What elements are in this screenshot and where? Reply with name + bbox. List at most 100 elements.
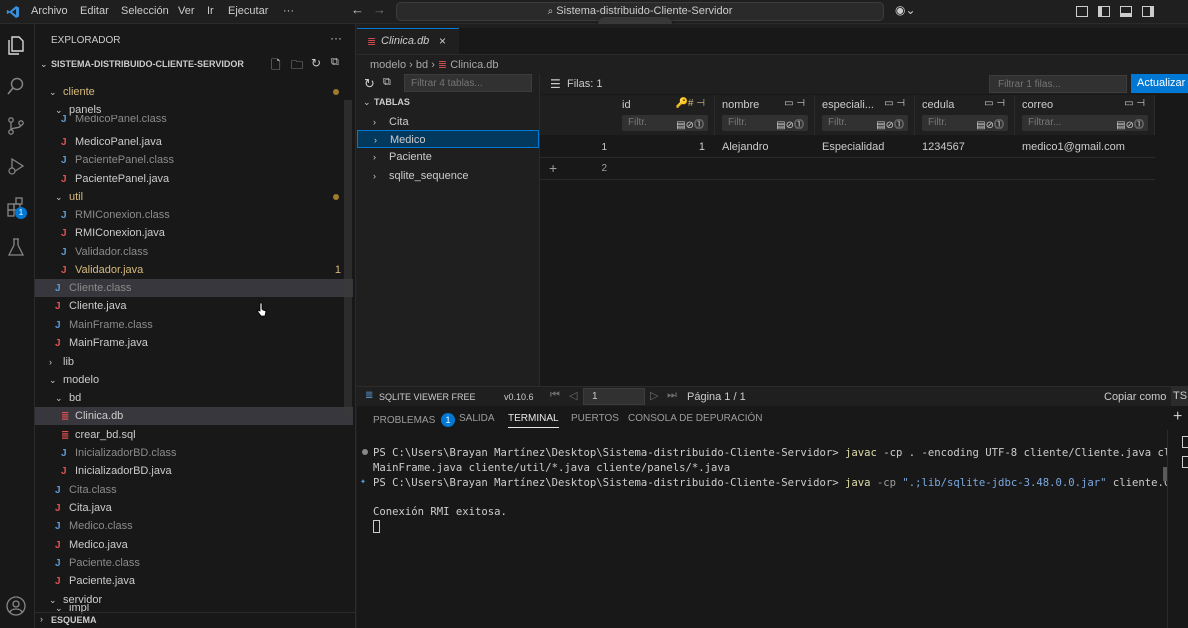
tree-item[interactable]: J PacientePanel.java	[35, 170, 353, 188]
column-header[interactable]: correo ▭ ⊣ Filtrar... ▤⊘⓵	[1015, 95, 1155, 135]
close-tab-icon[interactable]: ×	[439, 29, 446, 53]
table-cell[interactable]: Especialidad	[822, 137, 917, 158]
collapse-icon[interactable]: ⧉	[383, 76, 391, 89]
tab-clinica-db[interactable]: ≣ Clinica.db ×	[357, 28, 459, 54]
toggle-panel-icon[interactable]	[1120, 6, 1132, 17]
tree-item[interactable]: J Medico.class	[35, 517, 353, 535]
column-type-icon[interactable]: 🔑# ⊣	[675, 98, 705, 109]
last-page-icon[interactable]: ⏭	[667, 389, 677, 402]
tree-item[interactable]: J RMIConexion.java	[35, 224, 353, 242]
tree-item[interactable]: ⌄ bd	[35, 389, 353, 407]
table-cell[interactable]: medico1@gmail.com	[1022, 137, 1157, 158]
menu-more[interactable]: ···	[283, 5, 294, 17]
filter-options-icon[interactable]: ▤⊘⓵	[976, 116, 1004, 131]
outline-section[interactable]: › ESQUEMA	[35, 612, 356, 628]
breadcrumb-modelo[interactable]: modelo	[370, 59, 406, 71]
tree-item[interactable]: J Paciente.class	[35, 554, 353, 572]
tree-item[interactable]: J MedicoPanel.java	[35, 133, 353, 151]
search-icon[interactable]	[5, 75, 27, 97]
filter-options-icon[interactable]: ▤⊘⓵	[1116, 116, 1144, 131]
tree-item[interactable]: ⌄ cliente	[35, 83, 353, 101]
terminal-instance-icon[interactable]	[1182, 456, 1188, 468]
run-debug-icon[interactable]	[5, 155, 27, 177]
menu-ver[interactable]: Ver	[178, 5, 195, 17]
copilot-icon[interactable]: ◉⌄	[895, 3, 916, 17]
breadcrumb-clinica[interactable]: Clinica.db	[450, 59, 498, 71]
extensions-icon[interactable]: 1	[5, 196, 27, 219]
menu-ir[interactable]: Ir	[207, 5, 214, 17]
tree-item[interactable]: J MainFrame.class	[35, 316, 353, 334]
prev-page-icon[interactable]: ◁	[569, 389, 577, 402]
workspace-root[interactable]: SISTEMA-DISTRIBUIDO-CLIENTE-SERVIDOR	[51, 59, 244, 69]
column-header[interactable]: especiali... ▭ ⊣ Filtr. ▤⊘⓵	[815, 95, 915, 135]
tab-puertos[interactable]: PUERTOS	[571, 413, 619, 424]
tree-item[interactable]: J PacientePanel.class	[35, 151, 353, 169]
add-row-icon[interactable]: +	[549, 160, 557, 176]
table-row[interactable]: 1 1 Alejandro Especialidad 1234567 medico1@gm…	[540, 137, 1155, 158]
filter-options-icon[interactable]: ▤⊘⓵	[676, 116, 704, 131]
tree-item[interactable]: J Cliente.class	[35, 279, 353, 297]
tree-item[interactable]: J Paciente.java	[35, 572, 353, 590]
page-input[interactable]	[583, 388, 645, 405]
back-arrow-icon[interactable]: ←	[351, 2, 364, 17]
more-actions-icon[interactable]: ···	[330, 31, 342, 45]
tree-item[interactable]: › lib	[35, 353, 353, 371]
copy-as-button[interactable]: Copiar como	[1104, 391, 1166, 403]
collapse-all-icon[interactable]: ⧉	[331, 56, 339, 69]
new-row[interactable]: + 2	[540, 159, 1155, 180]
breadcrumb-bd[interactable]: bd	[416, 59, 428, 71]
table-cell[interactable]: 1234567	[922, 137, 1017, 158]
account-icon[interactable]	[5, 595, 27, 617]
tab-problemas[interactable]: PROBLEMAS 1	[373, 413, 456, 427]
filter-tables-input[interactable]	[404, 74, 532, 92]
first-page-icon[interactable]: ⏮	[550, 389, 560, 402]
menu-archivo[interactable]: Archivo	[31, 5, 68, 17]
new-folder-icon[interactable]: 🗀	[291, 56, 303, 77]
refresh-button[interactable]: Actualizar	[1131, 74, 1188, 93]
table-item[interactable]: › Medico	[357, 130, 539, 148]
tree-item[interactable]: J MainFrame.java	[35, 334, 353, 352]
column-header[interactable]: cedula ▭ ⊣ Filtr. ▤⊘⓵	[915, 95, 1015, 135]
filter-options-icon[interactable]: ▤⊘⓵	[776, 116, 804, 131]
toggle-sidebar-icon[interactable]	[1098, 6, 1110, 17]
terminal[interactable]: PS C:\Users\Brayan Martínez\Desktop\Sist…	[357, 430, 1188, 628]
sidebar-scrollbar[interactable]	[344, 100, 352, 416]
tree-item[interactable]: ≣ Clinica.db	[35, 407, 353, 425]
tree-item[interactable]: J Cliente.java	[35, 297, 353, 315]
new-file-icon[interactable]: 🗋	[271, 56, 281, 77]
column-type-icon[interactable]: ▭ ⊣	[1124, 98, 1145, 109]
table-cell[interactable]: 1	[615, 137, 705, 158]
tree-item[interactable]: J InicializadorBD.class	[35, 444, 353, 462]
toggle-secondary-sidebar-icon[interactable]	[1142, 6, 1154, 17]
reload-icon[interactable]: ↻	[364, 76, 375, 92]
menu-editar[interactable]: Editar	[80, 5, 109, 17]
menu-ejecutar[interactable]: Ejecutar	[228, 5, 268, 17]
tree-item[interactable]: J Validador.java 1	[35, 261, 353, 279]
table-item[interactable]: › sqlite_sequence	[357, 167, 539, 185]
tab-terminal[interactable]: TERMINAL	[508, 413, 559, 428]
tree-item[interactable]: J Validador.class	[35, 243, 353, 261]
tab-salida[interactable]: SALIDA	[459, 413, 495, 424]
terminal-instance-icon[interactable]	[1182, 436, 1188, 448]
column-type-icon[interactable]: ▭ ⊣	[884, 98, 905, 109]
explorer-icon[interactable]	[5, 34, 27, 56]
tree-item[interactable]: J MedicoPanel.class	[35, 115, 353, 125]
menu-seleccion[interactable]: Selección	[121, 5, 169, 17]
testing-flask-icon[interactable]	[5, 236, 27, 258]
filter-rows-input[interactable]	[989, 75, 1127, 93]
next-page-icon[interactable]: ▷	[650, 389, 658, 402]
column-type-icon[interactable]: ▭ ⊣	[984, 98, 1005, 109]
tree-item[interactable]: ≣ crear_bd.sql	[35, 426, 353, 444]
source-control-icon[interactable]	[5, 115, 27, 137]
forward-arrow-icon[interactable]: →	[373, 2, 386, 17]
tree-item[interactable]: ⌄ modelo	[35, 371, 353, 389]
table-cell[interactable]: Alejandro	[722, 137, 817, 158]
copy-format-select[interactable]: TS	[1171, 387, 1188, 406]
tree-item[interactable]: ⌄ util	[35, 188, 353, 206]
column-header[interactable]: nombre ▭ ⊣ Filtr. ▤⊘⓵	[715, 95, 815, 135]
filter-options-icon[interactable]: ▤⊘⓵	[876, 116, 904, 131]
tab-consola[interactable]: CONSOLA DE DEPURACIÓN	[628, 413, 762, 424]
table-item[interactable]: › Cita	[357, 113, 539, 131]
tree-item[interactable]: J Cita.class	[35, 481, 353, 499]
new-terminal-icon[interactable]: +	[1173, 408, 1182, 426]
